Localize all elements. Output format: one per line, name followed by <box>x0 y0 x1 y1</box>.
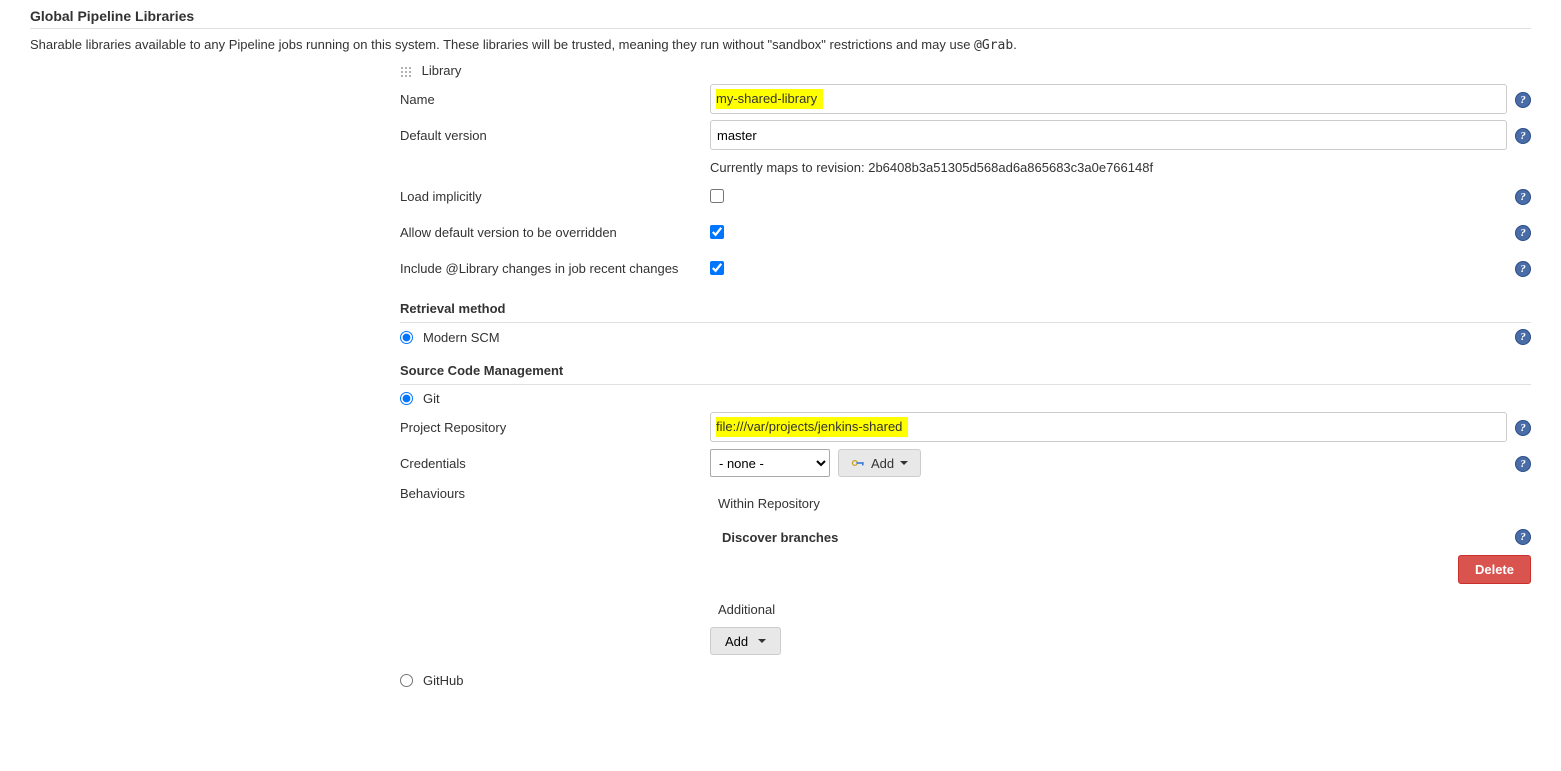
github-label: GitHub <box>423 673 463 688</box>
repo-input[interactable] <box>710 412 1507 442</box>
name-label: Name <box>400 92 710 107</box>
scm-title-text: Source Code Management <box>400 363 563 378</box>
default-version-input[interactable] <box>710 120 1507 150</box>
help-icon[interactable]: ? <box>1515 329 1531 345</box>
load-implicitly-label: Load implicitly <box>400 189 710 204</box>
add-credentials-button[interactable]: Add <box>838 449 921 477</box>
default-version-label: Default version <box>400 128 710 143</box>
git-label: Git <box>423 391 440 406</box>
within-repository-label: Within Repository <box>718 496 1531 511</box>
add-behaviour-label: Add <box>725 634 748 649</box>
section-desc-pre: Sharable libraries available to any Pipe… <box>30 37 974 52</box>
library-label: Library <box>422 63 462 78</box>
section-desc-post: . <box>1013 37 1017 52</box>
modern-scm-label: Modern SCM <box>423 330 500 345</box>
include-changes-checkbox[interactable] <box>710 261 724 275</box>
allow-override-checkbox[interactable] <box>710 225 724 239</box>
revision-hint: Currently maps to revision: 2b6408b3a513… <box>710 156 1531 175</box>
help-icon[interactable]: ? <box>1515 189 1531 205</box>
help-icon[interactable]: ? <box>1515 456 1531 472</box>
discover-branches-label: Discover branches <box>722 530 838 545</box>
retrieval-method-title: Retrieval method <box>400 289 1531 323</box>
caret-down-icon <box>900 461 908 465</box>
additional-label: Additional <box>718 602 1531 617</box>
help-icon[interactable]: ? <box>1515 261 1531 277</box>
repo-label: Project Repository <box>400 420 710 435</box>
section-description: Sharable libraries available to any Pipe… <box>30 37 1531 53</box>
git-radio[interactable] <box>400 392 413 405</box>
include-changes-label: Include @Library changes in job recent c… <box>400 261 710 276</box>
scm-title: Source Code Management <box>400 351 1531 385</box>
retrieval-title-text: Retrieval method <box>400 301 505 316</box>
help-icon[interactable]: ? <box>1515 225 1531 241</box>
drag-handle-icon[interactable] <box>400 66 412 78</box>
behaviours-label: Behaviours <box>400 486 710 501</box>
help-icon[interactable]: ? <box>1515 128 1531 144</box>
add-credentials-label: Add <box>871 456 894 471</box>
section-title: Global Pipeline Libraries <box>30 0 1531 29</box>
credentials-select[interactable]: - none - <box>710 449 830 477</box>
help-icon[interactable]: ? <box>1515 92 1531 108</box>
name-input[interactable] <box>710 84 1507 114</box>
help-icon[interactable]: ? <box>1515 420 1531 436</box>
load-implicitly-checkbox[interactable] <box>710 189 724 203</box>
section-desc-code: @Grab <box>974 38 1013 53</box>
help-icon[interactable]: ? <box>1515 529 1531 545</box>
key-icon <box>851 459 865 467</box>
modern-scm-radio[interactable] <box>400 331 413 344</box>
credentials-label: Credentials <box>400 456 710 471</box>
allow-override-label: Allow default version to be overridden <box>400 225 710 240</box>
github-radio[interactable] <box>400 674 413 687</box>
add-behaviour-button[interactable]: Add <box>710 627 781 655</box>
delete-button[interactable]: Delete <box>1458 555 1531 584</box>
caret-down-icon <box>758 639 766 643</box>
